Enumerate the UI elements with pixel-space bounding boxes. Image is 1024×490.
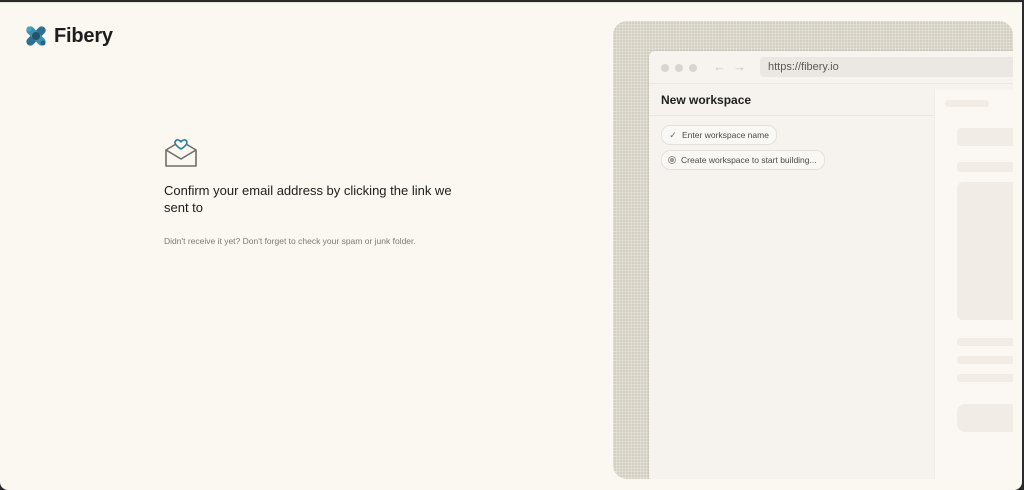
radio-icon (668, 156, 676, 164)
signup-page: Fibery Confirm your email address by cli… (0, 2, 1022, 490)
step-label: Create workspace to start building... (681, 155, 817, 165)
skeleton-block (957, 128, 1013, 146)
workspace-title: New workspace (661, 93, 752, 107)
skeleton-line (957, 338, 1013, 346)
confirm-email-message: Confirm your email address by clicking t… (164, 183, 452, 215)
check-icon: ✓ (669, 130, 677, 140)
fibery-logo-icon (26, 26, 46, 46)
skeleton-button (957, 404, 1013, 432)
spam-hint: Didn't receive it yet? Don't forget to c… (164, 236, 416, 246)
skeleton-block (957, 182, 1013, 320)
back-arrow-icon: ← (713, 59, 726, 74)
forward-arrow-icon: → (733, 59, 746, 74)
step-create-workspace: Create workspace to start building... (661, 150, 825, 170)
brand-name: Fibery (54, 24, 113, 47)
skeleton-line (945, 100, 989, 107)
window-dot-maximize (689, 64, 697, 72)
step-enter-name: ✓ Enter workspace name (661, 125, 777, 145)
browser-mockup: ← → https://fibery.io New workspace ✓ En… (649, 51, 1013, 479)
skeleton-line (957, 356, 1013, 364)
step-label: Enter workspace name (682, 130, 769, 140)
url-bar: https://fibery.io (760, 57, 1013, 77)
window-dot-close (661, 64, 669, 72)
skeleton-line (957, 162, 1013, 172)
brand-logo[interactable]: Fibery (23, 23, 113, 49)
skeleton-line (957, 374, 1013, 382)
envelope-heart-icon (165, 139, 197, 167)
window-dot-minimize (675, 64, 683, 72)
title-divider (649, 115, 934, 116)
workspace-preview: ← → https://fibery.io New workspace ✓ En… (613, 21, 1013, 479)
browser-toolbar: ← → https://fibery.io (649, 51, 1013, 84)
preview-side-panel (934, 90, 1013, 479)
